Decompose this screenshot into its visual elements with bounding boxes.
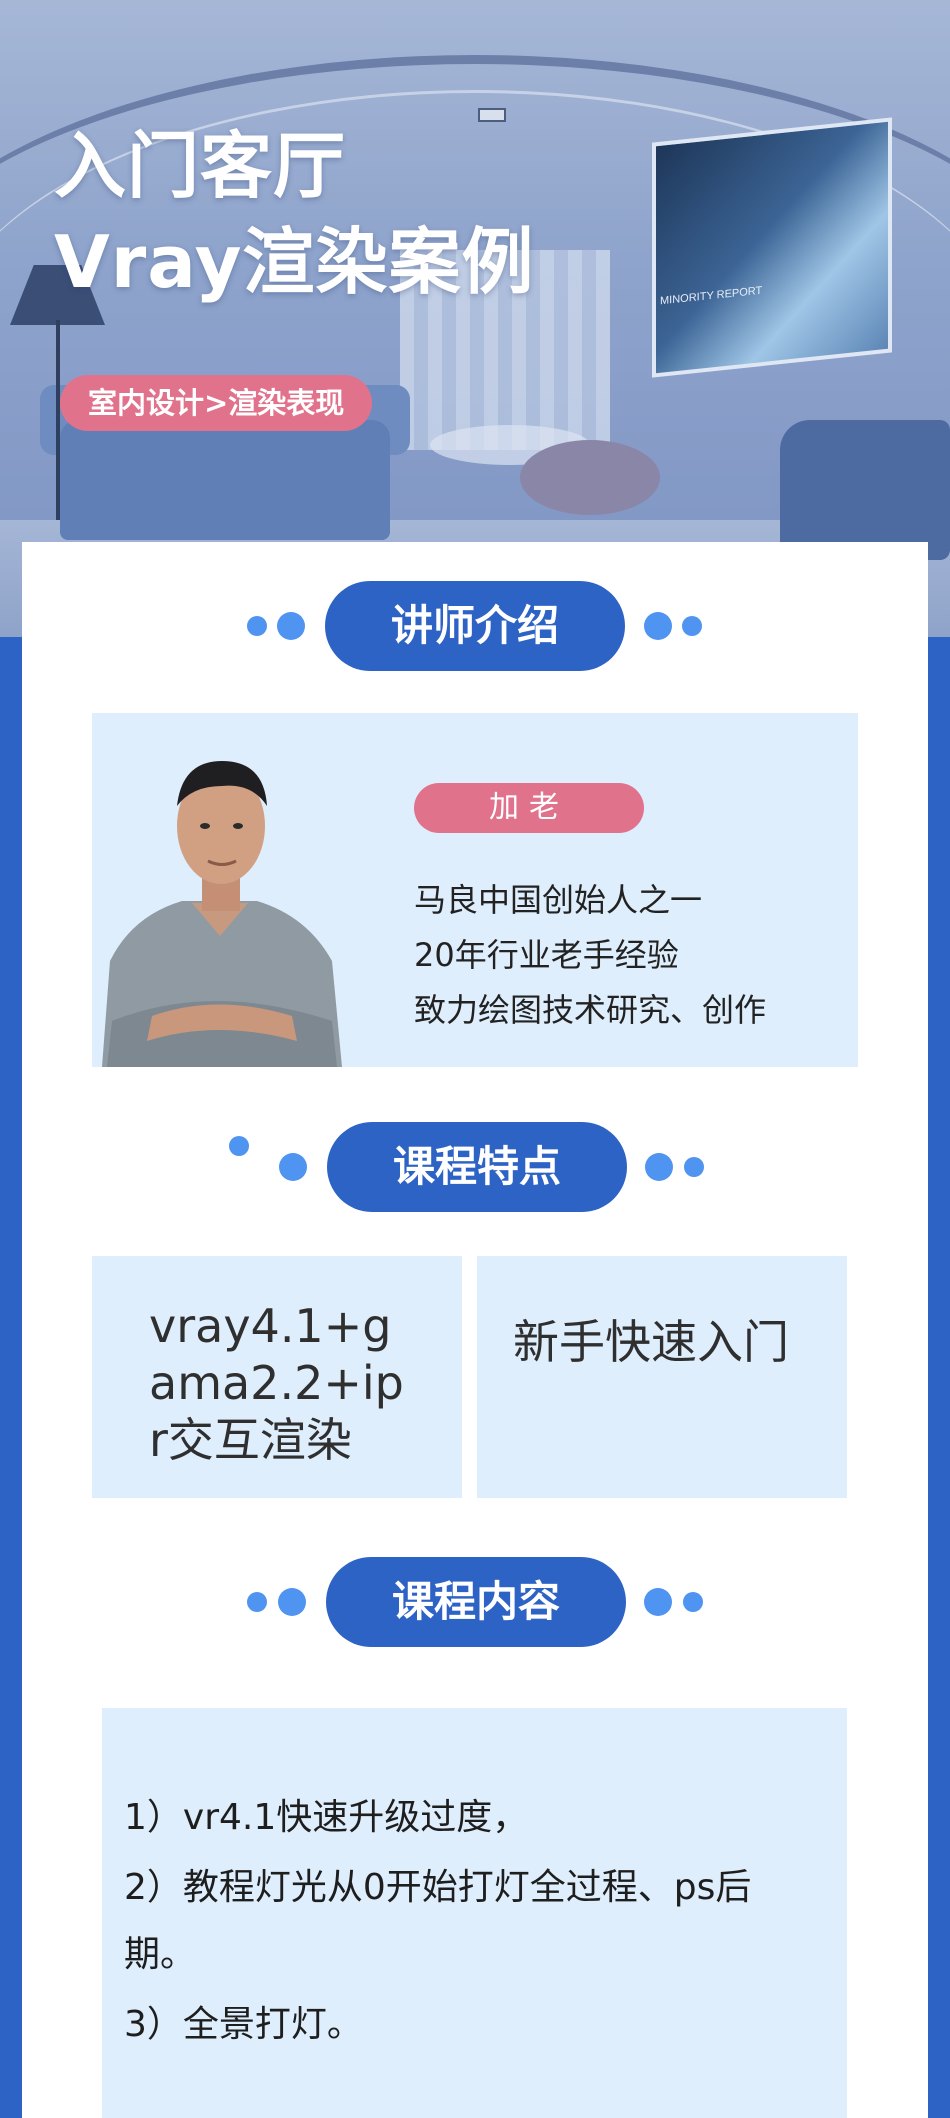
hero-title-line1: 入门客厅 bbox=[54, 124, 347, 208]
section-title-content: 课程内容 bbox=[326, 1557, 626, 1647]
hero-title-line2: Vray渲染案例 bbox=[54, 220, 535, 304]
armchair bbox=[780, 420, 950, 560]
content-item: 3）全景打灯。 bbox=[124, 2004, 363, 2045]
decor-dot bbox=[645, 1153, 673, 1181]
section-title-instructor: 讲师介绍 bbox=[325, 581, 625, 671]
feature-card: vray4.1+gama2.2+ipr交互渲染 bbox=[92, 1256, 462, 1498]
decor-dot bbox=[278, 1588, 306, 1616]
feature-text: vray4.1+gama2.2+ipr交互渲染 bbox=[149, 1299, 404, 1467]
hero-title: 入门客厅 Vray渲染案例 bbox=[54, 118, 535, 310]
decor-dot bbox=[279, 1153, 307, 1181]
decor-dot bbox=[683, 1592, 703, 1612]
decor-dot bbox=[682, 616, 702, 636]
category-tag[interactable]: 室内设计>渲染表现 bbox=[60, 375, 373, 431]
bio-line: 20年行业老手经验 bbox=[414, 936, 679, 974]
feature-card: 新手快速入门 bbox=[477, 1256, 847, 1498]
decor-dot bbox=[277, 612, 305, 640]
decor-dot bbox=[644, 612, 672, 640]
course-content-panel: 1）vr4.1快速升级过度， 2）教程灯光从0开始打灯全过程、ps后 期。 3）… bbox=[102, 1708, 847, 2118]
bio-line: 致力绘图技术研究、创作 bbox=[414, 991, 767, 1029]
sofa bbox=[60, 420, 390, 540]
tv-screen bbox=[652, 117, 892, 378]
decor-dot bbox=[229, 1136, 249, 1156]
instructor-panel: 加老 马良中国创始人之一 20年行业老手经验 致力绘图技术研究、创作 bbox=[92, 713, 858, 1067]
bio-line: 马良中国创始人之一 bbox=[414, 881, 703, 919]
feature-text: 新手快速入门 bbox=[513, 1315, 789, 1369]
instructor-avatar bbox=[92, 731, 347, 1067]
instructor-name-badge: 加老 bbox=[414, 783, 644, 833]
instructor-bio: 马良中国创始人之一 20年行业老手经验 致力绘图技术研究、创作 bbox=[414, 873, 766, 1038]
content-item: 1）vr4.1快速升级过度， bbox=[124, 1797, 529, 1838]
decor-dot bbox=[247, 616, 267, 636]
content-item: 2）教程灯光从0开始打灯全过程、ps后 bbox=[124, 1867, 752, 1908]
decor-dot bbox=[644, 1588, 672, 1616]
lamp-pole bbox=[56, 320, 60, 520]
decor-dot bbox=[247, 1592, 267, 1612]
decor-dot bbox=[684, 1157, 704, 1177]
ottoman bbox=[520, 440, 660, 515]
section-title-features: 课程特点 bbox=[327, 1122, 627, 1212]
content-item: 期。 bbox=[124, 1934, 197, 1975]
